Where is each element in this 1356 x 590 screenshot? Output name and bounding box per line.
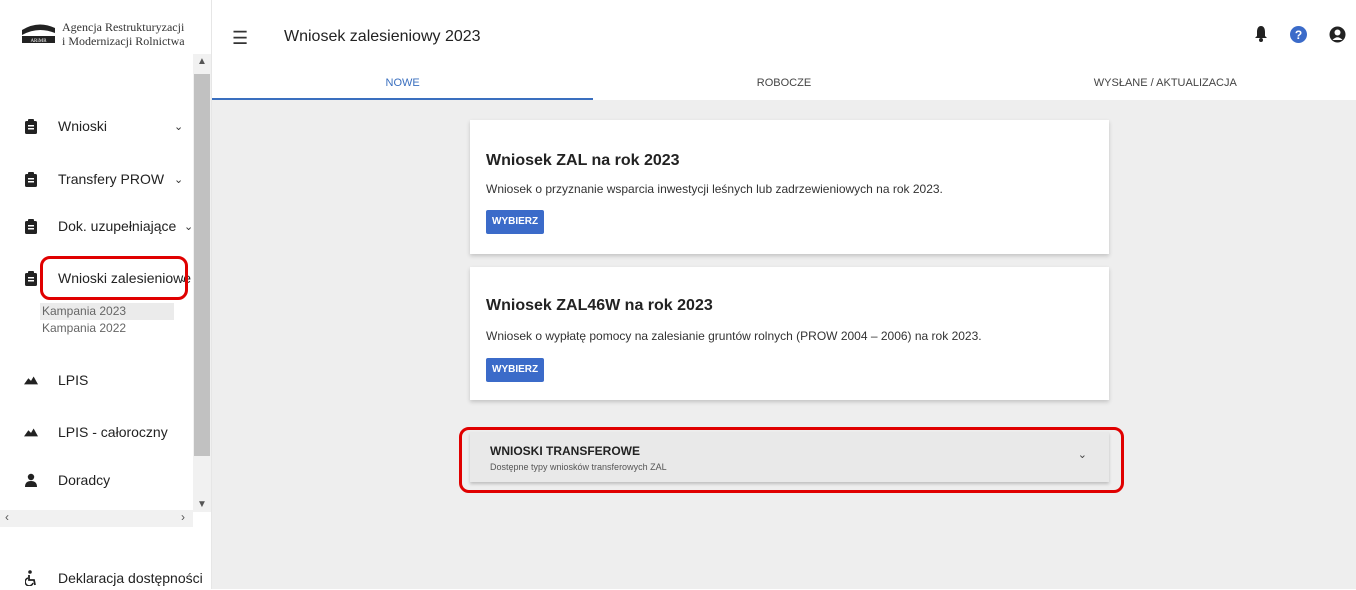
highlight-box-sidebar [40,256,188,300]
logo-line-1: Agencja Restrukturyzacji [62,20,185,34]
card-wniosek-zal46w: Wniosek ZAL46W na rok 2023 Wniosek o wyp… [470,267,1109,400]
sidebar-horizontal-scrollbar[interactable]: ‹ › [0,510,193,527]
card-description: Wniosek o przyznanie wsparcia inwestycji… [486,182,943,196]
sidebar-item-label: LPIS [58,372,89,388]
sidebar-item-label: Doradcy [58,472,111,488]
arimr-logo-icon: ARiMR [20,20,57,44]
sidebar-item-deklaracja-dostepnosci[interactable]: Deklaracja dostępności [24,566,203,590]
sidebar-item-label: Transfery PROW [58,171,165,187]
logo[interactable]: ARiMR Agencja Restrukturyzacji i Moderni… [20,20,185,48]
tab-robocze[interactable]: ROBOCZE [593,70,974,100]
card-description: Wniosek o wypłatę pomocy na zalesianie g… [486,329,982,343]
sidebar-item-label: Deklaracja dostępności [58,570,203,586]
clipboard-icon [24,218,38,234]
chevron-down-icon: ⌄ [174,173,184,186]
clipboard-icon [24,171,38,187]
wybierz-button[interactable]: WYBIERZ [486,358,545,382]
sidebar-item-lpis-caloroczny[interactable]: LPIS - całoroczny [24,420,168,444]
bell-icon[interactable] [1254,26,1268,48]
top-app-bar: ☰ Wniosek zalesieniowy 2023 ? NOWE ROBOC… [212,0,1356,100]
sidebar-item-dok-uzupelniajace[interactable]: Dok. uzupełniające ⌄ [24,214,193,238]
chevron-down-icon: ⌄ [174,120,184,133]
menu-icon[interactable]: ☰ [232,28,248,49]
account-icon[interactable] [1329,26,1346,48]
card-wniosek-zal: Wniosek ZAL na rok 2023 Wniosek o przyzn… [470,120,1109,254]
sidebar: ARiMR Agencja Restrukturyzacji i Moderni… [0,0,212,589]
accessibility-icon [24,570,38,586]
chevron-down-icon: ⌄ [184,220,194,233]
help-icon[interactable]: ? [1290,26,1307,48]
tab-wyslane-aktualizacja[interactable]: WYSŁANE / AKTUALIZACJA [975,70,1356,100]
tab-bar: NOWE ROBOCZE WYSŁANE / AKTUALIZACJA [212,70,1356,100]
tab-nowe[interactable]: NOWE [212,70,594,100]
sidebar-item-transfery[interactable]: Transfery PROW ⌄ [24,167,183,191]
logo-line-2: i Modernizacji Rolnictwa [62,34,185,48]
scroll-left-arrow-icon[interactable]: ‹ [5,510,9,524]
scrollbar-thumb[interactable] [194,74,210,456]
card-title: Wniosek ZAL46W na rok 2023 [486,297,713,314]
main-content: Wniosek ZAL na rok 2023 Wniosek o przyzn… [212,100,1356,589]
highlight-box-accordion [459,427,1124,493]
svg-text:ARiMR: ARiMR [30,39,47,44]
svg-text:?: ? [1295,28,1302,42]
sidebar-vertical-scrollbar[interactable]: ▲ ▼ [193,54,211,512]
sidebar-subitem-kampania-2023[interactable]: Kampania 2023 [40,303,174,320]
scroll-down-arrow-icon[interactable]: ▼ [197,499,207,510]
sidebar-item-wnioski[interactable]: Wnioski ⌄ [24,114,183,138]
page-title: Wniosek zalesieniowy 2023 [284,28,481,45]
clipboard-icon [24,270,38,286]
person-icon [24,472,38,488]
scroll-right-arrow-icon[interactable]: › [181,510,185,524]
card-title: Wniosek ZAL na rok 2023 [486,152,680,169]
sidebar-item-label: LPIS - całoroczny [58,424,168,440]
sidebar-item-lpis[interactable]: LPIS [24,368,88,392]
sidebar-item-label: Wnioski [58,118,108,134]
scroll-up-arrow-icon[interactable]: ▲ [197,56,207,67]
sidebar-item-doradcy[interactable]: Doradcy [24,468,110,492]
mountain-icon [24,372,38,388]
wybierz-button[interactable]: WYBIERZ [486,210,545,234]
sidebar-subitem-kampania-2022[interactable]: Kampania 2022 [40,320,126,337]
mountain-icon [24,424,38,440]
clipboard-icon [24,118,38,134]
sidebar-item-label: Dok. uzupełniające [58,218,177,234]
